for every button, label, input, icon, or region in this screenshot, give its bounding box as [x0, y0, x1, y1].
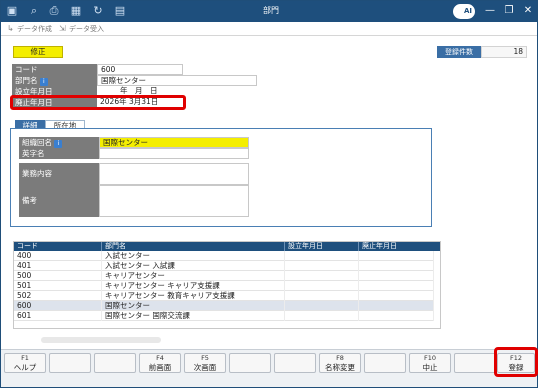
- english-name-label: 英字名: [19, 148, 104, 159]
- record-count-label: 登録件数: [437, 46, 481, 58]
- refresh-icon[interactable]: ↻: [91, 4, 105, 18]
- print-icon[interactable]: ⎙: [47, 4, 61, 18]
- minimize-icon[interactable]: —: [483, 4, 497, 18]
- f1-help-button[interactable]: F1 ヘルプ: [4, 353, 46, 373]
- table-header: コード 部門名 設立年月日 廃止年月日: [14, 242, 440, 251]
- table-row-selected[interactable]: 600 国際センター: [14, 301, 434, 311]
- main-window: ▣ ⌕ ⎙ ▦ ↻ ▤ 部門 AI — ❐ ✕ ↳ データ作成 ⇲ データ受入 修正…: [0, 0, 538, 388]
- mode-badge: 修正: [13, 46, 63, 58]
- fkey-blank-9[interactable]: [364, 353, 406, 373]
- search-icon[interactable]: ⌕: [27, 4, 41, 18]
- code-label: コード: [12, 64, 97, 75]
- create-data-icon: ↳: [7, 24, 14, 33]
- toolbar: ↳ データ作成 ⇲ データ受入: [1, 22, 537, 36]
- english-name-field[interactable]: [99, 148, 249, 159]
- table-row[interactable]: 501 キャリアセンター キャリア支援課: [14, 281, 434, 291]
- table-row[interactable]: 502 キャリアセンター 教育キャリア支援課: [14, 291, 434, 301]
- col-abolished-header[interactable]: 廃止年月日: [359, 242, 440, 251]
- table-row[interactable]: 400 入試センター: [14, 251, 434, 261]
- title-bar: ▣ ⌕ ⎙ ▦ ↻ ▤ 部門 AI — ❐ ✕: [1, 1, 537, 22]
- business-label: 業務内容: [19, 163, 104, 185]
- info-icon[interactable]: i: [54, 140, 63, 148]
- remarks-field[interactable]: [99, 185, 249, 217]
- dept-name-label: 部門名 i: [12, 75, 97, 86]
- info-icon[interactable]: i: [39, 78, 48, 86]
- close-icon[interactable]: ✕: [521, 4, 535, 18]
- app-icon: ▣: [6, 4, 18, 17]
- function-key-bar: F1 ヘルプ F4 前画面 F5 次画面 F8 名称変更 F10 中止 F12 登録: [1, 349, 537, 387]
- grid-icon[interactable]: ▦: [69, 4, 83, 18]
- register-highlight: [494, 347, 538, 377]
- fkey-blank-6[interactable]: [229, 353, 271, 373]
- table-row[interactable]: 601 国際センター 国際交流課: [14, 311, 434, 321]
- dept-name-field[interactable]: 国際センター: [97, 75, 257, 86]
- detail-panel: 組織回名 i 国際センター 英字名 業務内容 備考: [10, 128, 432, 227]
- code-field[interactable]: 600: [97, 64, 183, 75]
- table-row[interactable]: 401 入試センター 入試課: [14, 261, 434, 271]
- f5-next-button[interactable]: F5 次画面: [184, 353, 226, 373]
- import-data-icon: ⇲: [59, 24, 66, 33]
- f8-rename-button[interactable]: F8 名称変更: [319, 353, 361, 373]
- f4-prev-button[interactable]: F4 前画面: [139, 353, 181, 373]
- org-name-field[interactable]: 国際センター: [99, 137, 249, 148]
- col-code-header[interactable]: コード: [14, 242, 102, 251]
- table-row[interactable]: 500 キャリアセンター: [14, 271, 434, 281]
- fkey-blank-11[interactable]: [454, 353, 496, 373]
- f10-cancel-button[interactable]: F10 中止: [409, 353, 451, 373]
- ai-logo: AI: [453, 4, 475, 19]
- window-title: 部門: [263, 6, 279, 15]
- col-name-header[interactable]: 部門名: [102, 242, 285, 251]
- status-bar-placeholder: [41, 337, 161, 343]
- abolished-highlight: [10, 95, 186, 110]
- maximize-icon[interactable]: ❐: [502, 4, 516, 18]
- create-data-button[interactable]: ↳ データ作成: [7, 23, 52, 35]
- record-count-value: 18: [481, 46, 527, 58]
- business-field[interactable]: [99, 163, 249, 185]
- dept-table: コード 部門名 設立年月日 廃止年月日 400 入試センター 401 入試センタ…: [13, 241, 441, 329]
- remarks-label: 備考: [19, 185, 104, 217]
- fkey-blank-3[interactable]: [94, 353, 136, 373]
- import-data-button[interactable]: ⇲ データ受入: [59, 23, 104, 35]
- col-established-header[interactable]: 設立年月日: [285, 242, 359, 251]
- fkey-blank-2[interactable]: [49, 353, 91, 373]
- fkey-blank-7[interactable]: [274, 353, 316, 373]
- document-icon[interactable]: ▤: [113, 4, 127, 18]
- org-name-label: 組織回名 i: [19, 137, 104, 148]
